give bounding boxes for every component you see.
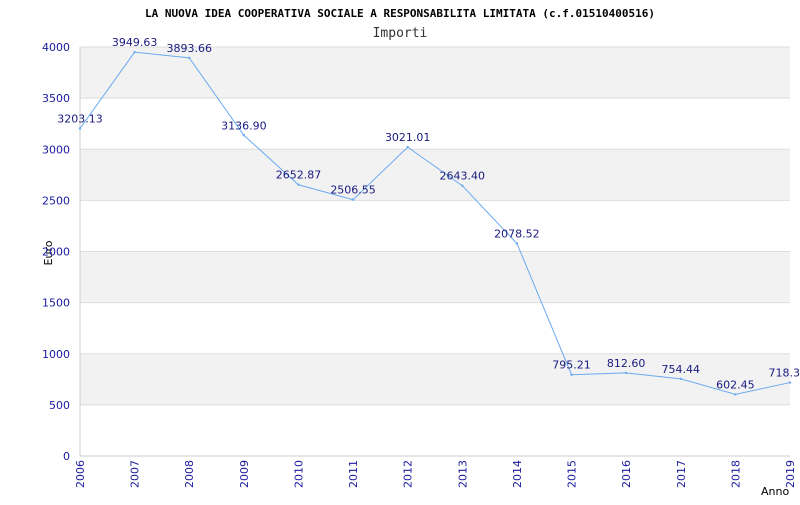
data-point — [734, 393, 736, 395]
series-line — [79, 51, 791, 396]
x-tick-label: 2007 — [129, 460, 142, 488]
data-label: 2652.87 — [276, 169, 322, 182]
y-tick-labels: 0 500 1000 1500 2000 2500 3000 3500 4000 — [42, 41, 70, 463]
data-label: 2506.55 — [330, 184, 376, 197]
x-tick-label: 2010 — [292, 460, 305, 488]
background-band — [80, 149, 790, 200]
y-tick-label: 2000 — [42, 246, 70, 259]
data-point — [133, 51, 135, 53]
x-tick-label: 2013 — [456, 460, 469, 488]
data-point — [461, 185, 463, 187]
data-label: 3949.63 — [112, 36, 158, 49]
x-tick-label: 2006 — [74, 460, 87, 488]
line-chart: LA NUOVA IDEA COOPERATIVA SOCIALE A RESP… — [0, 0, 800, 500]
data-point — [516, 242, 518, 244]
x-tick-label: 2014 — [511, 460, 524, 488]
y-tick-label: 1500 — [42, 297, 70, 310]
y-tick-label: 2500 — [42, 194, 70, 207]
x-tick-label: 2016 — [620, 460, 633, 488]
data-point — [570, 373, 572, 375]
y-tick-label: 3500 — [42, 92, 70, 105]
data-label: 2078.52 — [494, 227, 540, 240]
data-label: 3021.01 — [385, 131, 431, 144]
data-label: 795.21 — [552, 359, 591, 372]
data-label: 3136.90 — [221, 119, 267, 132]
data-label: 718.3 — [769, 367, 800, 380]
data-label: 602.45 — [716, 378, 755, 391]
x-tick-label: 2008 — [183, 460, 196, 488]
data-point — [406, 146, 408, 148]
data-point — [297, 184, 299, 186]
data-point — [79, 127, 81, 129]
x-tick-label: 2012 — [402, 460, 415, 488]
y-tick-label: 3000 — [42, 143, 70, 156]
chart-subtitle: Importi — [373, 26, 428, 41]
x-tick-label: 2015 — [566, 460, 579, 488]
x-tick-label: 2019 — [784, 460, 797, 488]
data-point — [680, 378, 682, 380]
data-point — [188, 57, 190, 59]
data-label: 3203.13 — [57, 112, 103, 125]
data-label: 2643.40 — [440, 170, 486, 183]
data-point — [789, 381, 791, 383]
y-tick-label: 4000 — [42, 41, 70, 54]
data-label: 754.44 — [662, 363, 701, 376]
y-tick-label: 500 — [49, 399, 70, 412]
data-point — [352, 199, 354, 201]
x-tick-label: 2018 — [729, 460, 742, 488]
series-polyline — [80, 52, 790, 394]
background-band — [80, 252, 790, 303]
background-bands — [80, 47, 790, 405]
x-tick-labels: 2006 2007 2008 2009 2010 2011 2012 2013 2014 2015… — [74, 460, 797, 488]
chart-canvas: LA NUOVA IDEA COOPERATIVA SOCIALE A RESP… — [0, 0, 800, 500]
data-label: 812.60 — [607, 357, 646, 370]
data-point — [243, 134, 245, 136]
x-tick-label: 2017 — [675, 460, 688, 488]
data-point — [625, 372, 627, 374]
x-tick-label: 2011 — [347, 460, 360, 488]
y-tick-label: 0 — [63, 450, 70, 463]
x-tick-label: 2009 — [238, 460, 251, 488]
y-tick-label: 1000 — [42, 348, 70, 361]
data-label: 3893.66 — [166, 42, 212, 55]
chart-title: LA NUOVA IDEA COOPERATIVA SOCIALE A RESP… — [145, 7, 655, 20]
